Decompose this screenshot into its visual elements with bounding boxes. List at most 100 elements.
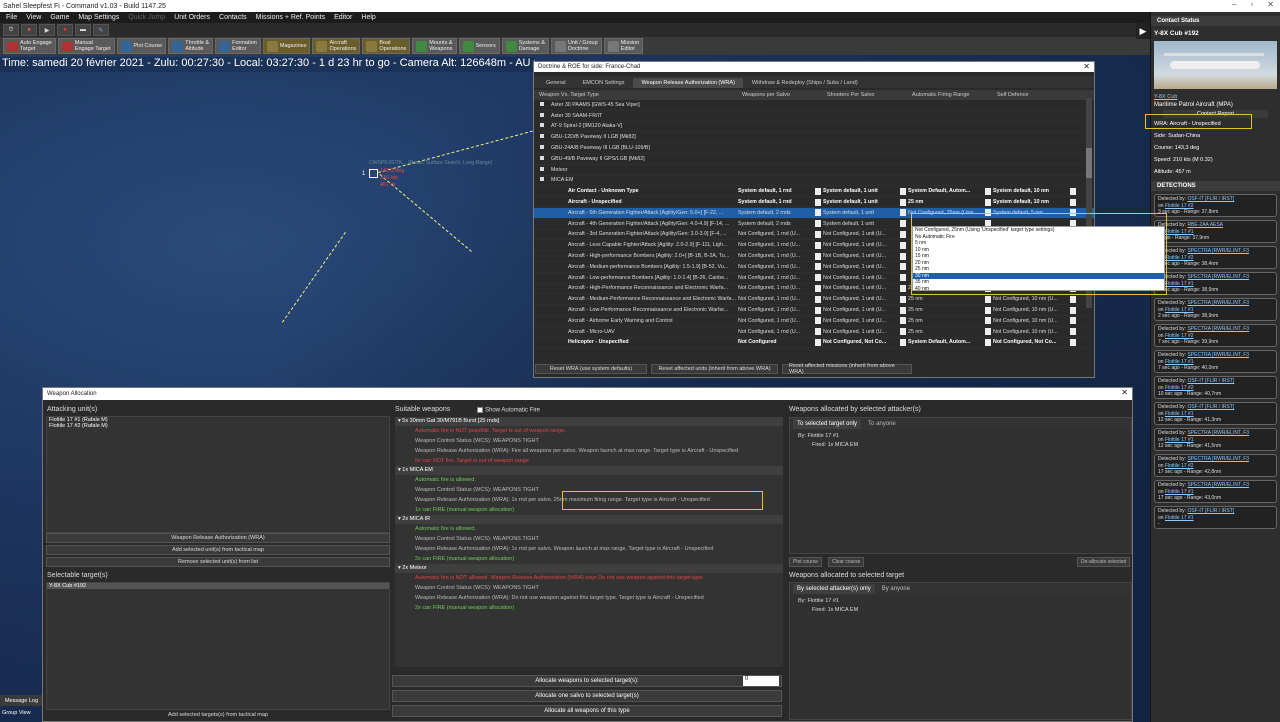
wra-row[interactable]: Air Contact - Unknown Type System default… bbox=[534, 186, 1094, 198]
dropdown-arrow-icon[interactable] bbox=[900, 328, 906, 336]
detection-sensor-link[interactable]: SPECTRA [RWR/ELINT, F3 bbox=[1187, 430, 1249, 436]
dropdown-arrow-icon[interactable] bbox=[815, 187, 821, 195]
wra-cell-wps[interactable]: System default, 1 rnd bbox=[738, 187, 823, 195]
detection-sensor-link[interactable]: OSF-IT [FLIR / IRST] bbox=[1187, 404, 1234, 410]
dropdown-arrow-icon[interactable] bbox=[900, 230, 906, 238]
plot-course-button[interactable]: Plot course bbox=[789, 557, 823, 567]
wra-button[interactable]: Weapon Release Authorization (WRA) bbox=[46, 533, 390, 543]
tree-fired[interactable]: Fired: 1x MICA EM bbox=[798, 606, 1131, 615]
wra-cell-wps[interactable]: Not Configured, 1 rnd (U... bbox=[738, 230, 823, 238]
dropdown-arrow-icon[interactable] bbox=[815, 241, 821, 249]
wra-row[interactable]: Aircraft - Airborne Early Warning and Co… bbox=[534, 316, 1094, 327]
wra-cell-sps[interactable]: Not Configured, 1 unit (U... bbox=[823, 306, 908, 314]
dropdown-arrow-icon[interactable] bbox=[1070, 328, 1076, 336]
detection-card[interactable]: Detected by: OSF-IT [FLIR / IRST] on Flot… bbox=[1154, 194, 1277, 217]
detection-sensor-link[interactable]: SPECTRA [RWR/ELINT, F3 bbox=[1187, 326, 1249, 332]
wra-cell-wps[interactable]: System default, 2 rnds bbox=[738, 209, 823, 217]
aircraft-ops-button[interactable]: Aircraft Operations bbox=[312, 38, 361, 54]
wra-row[interactable]: GBU-12D/B Paveway II LGB [Mk82] bbox=[534, 132, 1094, 144]
wra-row[interactable]: Aster 30 PAAMS [GWS-45 Sea Viper] bbox=[534, 100, 1094, 111]
wra-row[interactable]: Aircraft - Low-Performance Reconnaissanc… bbox=[534, 305, 1094, 316]
dropdown-arrow-icon[interactable] bbox=[900, 241, 906, 249]
menu-help[interactable]: Help bbox=[361, 14, 375, 21]
reset-wra-button[interactable]: Reset WRA (use system defaults) bbox=[535, 364, 647, 374]
detection-card[interactable]: Detected by: OSF-IT [FLIR / IRST] on Flot… bbox=[1154, 376, 1277, 399]
dropdown-arrow-icon[interactable] bbox=[1070, 187, 1076, 195]
detection-sensor-link[interactable]: RBE-2AA AESA bbox=[1187, 222, 1223, 228]
tree-by[interactable]: By: Flottile 17 #1 bbox=[798, 597, 1131, 606]
manual-engage-button[interactable]: Manual Engage Target bbox=[57, 38, 115, 54]
dropdown-arrow-icon[interactable] bbox=[985, 295, 991, 303]
wra-cell-sps[interactable]: Not Configured, 1 unit (U... bbox=[823, 295, 908, 303]
menu-file[interactable]: File bbox=[6, 14, 17, 21]
detection-unit-link[interactable]: Flottile 17 #1 bbox=[1165, 359, 1194, 365]
fire-icon[interactable]: ● bbox=[21, 24, 37, 36]
detection-card[interactable]: Detected by: SPECTRA [RWR/ELINT, F3on Fl… bbox=[1154, 298, 1277, 321]
close-icon[interactable]: ✕ bbox=[1267, 0, 1274, 9]
dropdown-arrow-icon[interactable] bbox=[900, 263, 906, 271]
detection-sensor-link[interactable]: OSF-IT [FLIR / IRST] bbox=[1187, 196, 1234, 202]
record-icon[interactable]: ● bbox=[57, 24, 73, 36]
tab-general[interactable]: General bbox=[538, 78, 574, 88]
wra-row[interactable]: MICA EM bbox=[534, 176, 1094, 187]
detection-card[interactable]: Detected by: SPECTRA [RWR/ELINT, F3on Fl… bbox=[1154, 324, 1277, 347]
wra-row[interactable]: AT-9 Spiral-2 [9M120 Ataka-V] bbox=[534, 122, 1094, 133]
mounts-button[interactable]: Mounts & Weapons bbox=[412, 38, 457, 54]
wra-cell-afr[interactable]: 25 nm bbox=[908, 306, 993, 314]
pin-icon[interactable]: ✎ bbox=[93, 24, 109, 36]
clear-course-button[interactable]: Clear course bbox=[828, 557, 865, 567]
dropdown-arrow-icon[interactable] bbox=[815, 317, 821, 325]
dropdown-arrow-icon[interactable] bbox=[985, 328, 991, 336]
detection-sensor-link[interactable]: SPECTRA [RWR/ELINT, F3 bbox=[1187, 456, 1249, 462]
detection-unit-link[interactable]: Flottile 17 #2 bbox=[1165, 385, 1194, 391]
wra-row[interactable]: Aircraft - Micro-UAV Not Configured, 1 rn… bbox=[534, 327, 1094, 338]
detection-unit-link[interactable]: Flottile 17 #2 bbox=[1165, 255, 1194, 261]
dropdown-arrow-icon[interactable] bbox=[815, 306, 821, 314]
wra-cell-wps[interactable]: Not Configured, 1 rnd (U... bbox=[738, 328, 823, 336]
menu-quick-jump[interactable]: Quick Jump bbox=[128, 14, 165, 21]
mission-editor-button[interactable]: Mission Editor bbox=[603, 38, 644, 54]
detection-card[interactable]: Detected by: SPECTRA [RWR/ELINT, F3on Fl… bbox=[1154, 246, 1277, 269]
tab-by-selected[interactable]: By selected attacker(s) only bbox=[793, 584, 875, 594]
dropdown-arrow-icon[interactable] bbox=[985, 306, 991, 314]
tree-fired[interactable]: Fired: 1x MICA EM bbox=[798, 441, 1131, 450]
dropdown-arrow-icon[interactable] bbox=[900, 295, 906, 303]
remove-units-button[interactable]: Remove selected unit(s) from list bbox=[46, 557, 390, 567]
dropdown-arrow-icon[interactable] bbox=[985, 198, 991, 206]
attacker-item[interactable]: Flottile 17 #2 (Rafale M) bbox=[47, 423, 389, 429]
detection-unit-link[interactable]: Flottile 17 #1 bbox=[1165, 411, 1194, 417]
menu-contacts[interactable]: Contacts bbox=[219, 14, 247, 21]
reset-units-button[interactable]: Reset affected units (inherit from above… bbox=[651, 364, 778, 374]
wra-cell-wps[interactable]: Not Configured, 1 rnd (U... bbox=[738, 274, 823, 282]
weapon-group-header[interactable]: ▾ 5x 30mm Gat 30/M791B Burst [25 rnds] bbox=[395, 417, 783, 426]
auto-engage-button[interactable]: Auto Engage Target bbox=[3, 38, 56, 54]
detection-card[interactable]: Detected by: RBE-2AA AESAon Flottile 17 … bbox=[1154, 220, 1277, 243]
tab-wra[interactable]: Weapon Release Authorization (WRA) bbox=[633, 78, 743, 88]
systems-button[interactable]: Systems & Damage bbox=[501, 38, 549, 54]
detection-card[interactable]: Detected by: SPECTRA [RWR/ELINT, F3on Fl… bbox=[1154, 480, 1277, 503]
play-icon[interactable]: ▶ bbox=[39, 24, 55, 36]
wra-cell-sps[interactable]: System default, 1 unit bbox=[823, 187, 908, 195]
detection-sensor-link[interactable]: SPECTRA [RWR/ELINT, F3 bbox=[1187, 482, 1249, 488]
detection-card[interactable]: Detected by: SPECTRA [RWR/ELINT, F3on Fl… bbox=[1154, 350, 1277, 373]
wra-cell-sps[interactable]: System default, 1 unit bbox=[823, 198, 908, 206]
tree-by[interactable]: By: Flottile 17 #1 bbox=[798, 432, 1131, 441]
dropdown-arrow-icon[interactable] bbox=[815, 274, 821, 282]
detection-sensor-link[interactable]: SPECTRA [RWR/ELINT, F3 bbox=[1187, 352, 1249, 358]
detection-sensor-link[interactable]: SPECTRA [RWR/ELINT, F3 bbox=[1187, 300, 1249, 306]
wra-cell-wps[interactable]: Not Configured, 1 rnd (U... bbox=[738, 306, 823, 314]
tab-by-anyone[interactable]: By anyone bbox=[878, 584, 914, 594]
dropdown-arrow-icon[interactable] bbox=[815, 263, 821, 271]
target-item[interactable]: Y-8X Cub #192 bbox=[47, 583, 389, 589]
dropdown-arrow-icon[interactable] bbox=[900, 338, 906, 346]
wra-cell-sps[interactable]: Not Configured, 1 unit (U... bbox=[823, 252, 908, 260]
dropdown-arrow-icon[interactable] bbox=[1070, 306, 1076, 314]
detection-card[interactable]: Detected by: OSF-IT [FLIR / IRST] on Flot… bbox=[1154, 506, 1277, 529]
wra-cell-afr[interactable]: 25 nm bbox=[908, 295, 993, 303]
dropdown-arrow-icon[interactable] bbox=[900, 209, 906, 217]
allocate-salvo-button[interactable]: Allocate one salvo to selected target(s) bbox=[392, 690, 782, 702]
group-view-button[interactable]: Group View bbox=[0, 710, 42, 720]
wra-cell-afr[interactable]: 25 nm bbox=[908, 198, 993, 206]
dropdown-arrow-icon[interactable] bbox=[1070, 198, 1076, 206]
camera-icon[interactable]: ▬ bbox=[75, 24, 91, 36]
